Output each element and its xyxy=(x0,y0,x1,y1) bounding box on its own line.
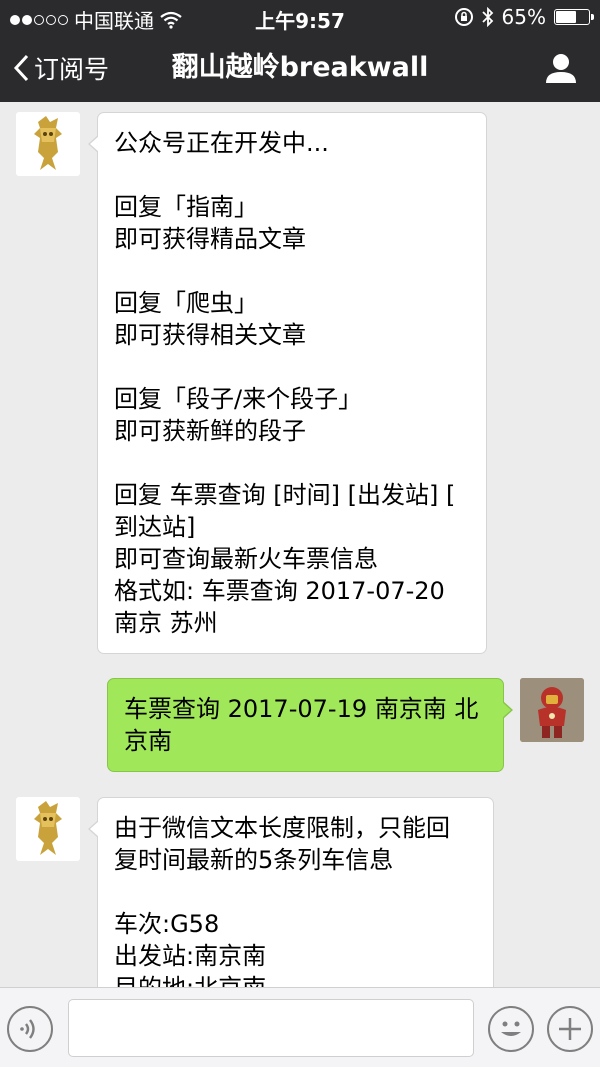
voice-icon xyxy=(20,1019,35,1039)
status-bar: 中国联通 上午9:57 65% xyxy=(0,0,600,34)
voice-button[interactable] xyxy=(7,1006,53,1052)
message-input[interactable] xyxy=(68,999,474,1057)
message-bubble-incoming: 公众号正在开发中... 回复「指南」 即可获得精品文章 回复「爬虫」 即可获得相… xyxy=(88,112,487,654)
nav-bar: 翻山越岭breakwall 订阅号 xyxy=(0,34,600,102)
rotation-lock-icon xyxy=(454,8,473,26)
user-avatar[interactable] xyxy=(520,678,584,742)
emoji-icon xyxy=(501,1021,521,1036)
back-button[interactable]: 订阅号 xyxy=(12,34,109,102)
chevron-left-icon xyxy=(13,54,29,82)
battery-icon xyxy=(554,9,594,25)
account-avatar[interactable] xyxy=(16,112,80,176)
chat-area[interactable]: 公众号正在开发中... 回复「指南」 即可获得精品文章 回复「爬虫」 即可获得相… xyxy=(0,102,600,987)
bluetooth-icon xyxy=(481,7,493,27)
back-label: 订阅号 xyxy=(34,55,110,84)
person-icon[interactable] xyxy=(544,51,578,85)
message-bubble-incoming: 由于微信文本长度限制，只能回 复时间最新的5条列车信息 车次:G58 出发站:南… xyxy=(88,797,494,987)
account-avatar[interactable] xyxy=(16,797,80,861)
gold-figure-logo-icon xyxy=(34,116,62,170)
input-bar xyxy=(0,987,600,1067)
emoji-button[interactable] xyxy=(488,1006,534,1052)
battery-percent: 65% xyxy=(501,5,546,29)
iron-man-avatar-icon xyxy=(520,678,584,742)
plus-icon xyxy=(559,1018,581,1040)
more-button[interactable] xyxy=(547,1006,593,1052)
status-right: 65% xyxy=(454,5,594,29)
battery-level xyxy=(556,11,577,23)
gold-figure-logo-icon xyxy=(34,801,62,855)
message-bubble-outgoing: 车票查询 2017-07-19 南京南 北 京南 xyxy=(107,678,513,772)
